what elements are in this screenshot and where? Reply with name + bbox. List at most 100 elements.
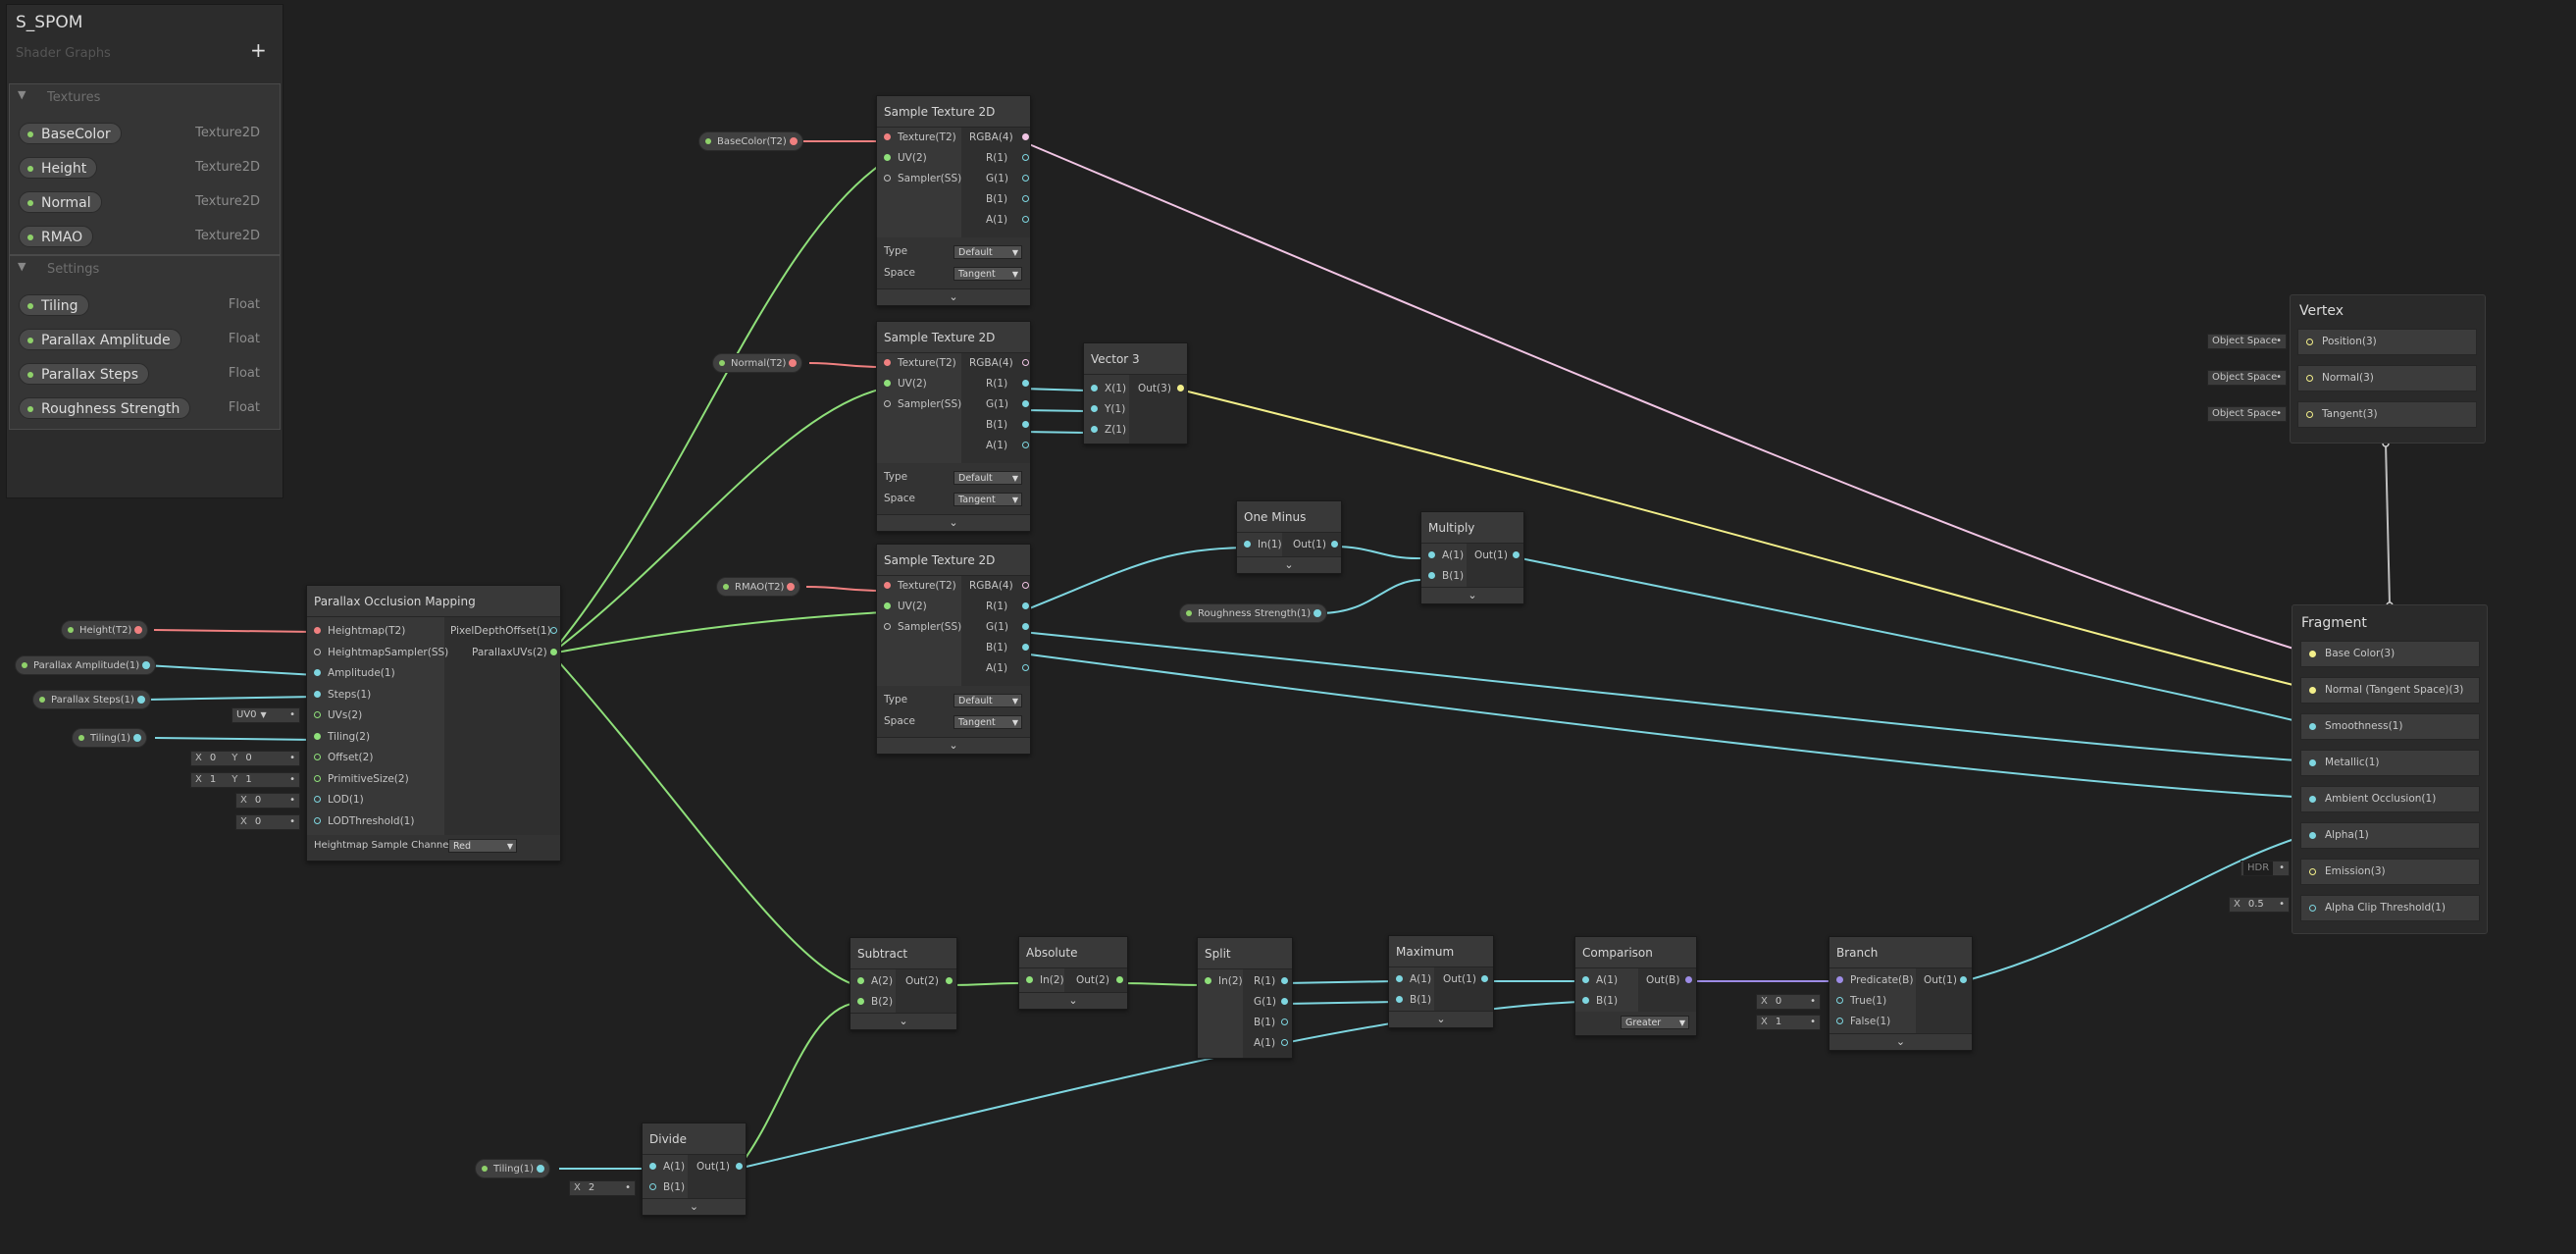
property-pill[interactable]: Roughness Strength xyxy=(19,397,191,419)
output-port-a[interactable]: A(1) xyxy=(986,658,1029,678)
input-port-sampler[interactable]: Sampler(SS) xyxy=(884,394,961,414)
property-node-rmao[interactable]: RMAO(T2) xyxy=(716,577,801,597)
input-port-steps[interactable]: Steps(1) xyxy=(314,685,371,705)
hdr-swatch[interactable]: HDR xyxy=(2243,862,2274,875)
port-icon[interactable] xyxy=(2309,905,2316,912)
input-port-offset[interactable]: Offset(2) xyxy=(314,748,373,767)
port-icon[interactable] xyxy=(1244,541,1251,548)
x-value[interactable]: 1 xyxy=(206,773,220,787)
input-port-predicate[interactable]: Predicate(B) xyxy=(1836,970,1913,990)
input-port-lod[interactable]: LOD(1) xyxy=(314,790,364,810)
input-port-a[interactable]: A(1) xyxy=(1428,546,1464,565)
output-port-g[interactable]: G(1) xyxy=(986,394,1029,414)
section-header-settings[interactable]: ▼ Settings xyxy=(10,256,280,282)
comparison-mode-dropdown[interactable]: Greater ▼ xyxy=(1621,1016,1689,1029)
output-port-icon[interactable] xyxy=(537,1165,544,1173)
output-port-rgba[interactable]: RGBA(4) xyxy=(969,128,1029,147)
parallax-occlusion-mapping-node[interactable]: Parallax Occlusion Mapping Heightmap(T2)… xyxy=(306,585,561,862)
port-icon[interactable] xyxy=(1022,623,1029,630)
fragment-context[interactable]: Fragment Base Color(3) Normal (Tangent S… xyxy=(2292,604,2488,934)
output-port-out[interactable]: Out(2) xyxy=(905,971,953,991)
input-port-primitive-size[interactable]: PrimitiveSize(2) xyxy=(314,769,409,789)
fragment-slot-alpha-clip[interactable]: Alpha Clip Threshold(1) xyxy=(2300,895,2480,921)
port-icon[interactable] xyxy=(1022,400,1029,407)
port-icon[interactable] xyxy=(1281,1019,1288,1025)
port-icon[interactable] xyxy=(1582,976,1589,983)
type-dropdown[interactable]: Default ▼ xyxy=(953,694,1022,707)
port-icon[interactable] xyxy=(857,977,864,984)
input-port-amplitude[interactable]: Amplitude(1) xyxy=(314,663,395,683)
output-port-icon[interactable] xyxy=(142,661,151,669)
output-port-a[interactable]: A(1) xyxy=(1254,1033,1288,1053)
x-value[interactable]: 0 xyxy=(251,815,265,829)
output-port-r[interactable]: R(1) xyxy=(1254,971,1288,991)
port-icon[interactable] xyxy=(1022,421,1029,428)
divide-node[interactable]: Divide A(1) B(1) Out(1) ⌄ xyxy=(642,1123,747,1216)
output-port-g[interactable]: G(1) xyxy=(986,617,1029,637)
output-port-out[interactable]: Out(1) xyxy=(1443,969,1488,989)
tangent-space-default[interactable]: Object Space • xyxy=(2207,406,2287,422)
property-pill[interactable]: Parallax Amplitude xyxy=(19,329,181,350)
input-port-true[interactable]: True(1) xyxy=(1836,991,1886,1011)
output-port-icon[interactable] xyxy=(789,359,798,367)
port-icon[interactable] xyxy=(1836,976,1843,983)
fragment-slot-ambient-occlusion[interactable]: Ambient Occlusion(1) xyxy=(2300,786,2480,812)
property-pill[interactable]: Tiling xyxy=(19,294,89,316)
port-icon[interactable] xyxy=(884,359,891,366)
output-port-g[interactable]: G(1) xyxy=(986,169,1029,188)
property-node-height[interactable]: Height(T2) xyxy=(61,620,149,640)
false-default-input[interactable]: X 1 • xyxy=(1756,1015,1821,1030)
input-port-uv[interactable]: UV(2) xyxy=(884,374,927,393)
offset-default-input[interactable]: X 0 Y 0 • xyxy=(190,751,300,766)
input-port-b[interactable]: B(1) xyxy=(1582,991,1618,1011)
input-port-y[interactable]: Y(1) xyxy=(1091,399,1125,419)
property-node-tiling-2[interactable]: Tiling(1) xyxy=(475,1159,550,1178)
port-icon[interactable] xyxy=(1836,1018,1843,1024)
output-port-r[interactable]: R(1) xyxy=(986,148,1029,168)
expand-chevron-icon[interactable]: ⌄ xyxy=(877,514,1030,531)
port-icon[interactable] xyxy=(550,649,557,655)
port-icon[interactable] xyxy=(736,1163,743,1170)
output-port-out[interactable]: Out(2) xyxy=(1076,970,1123,990)
port-icon[interactable] xyxy=(1026,976,1033,983)
port-icon[interactable] xyxy=(1022,582,1029,589)
divide-b-default-input[interactable]: X 2 • xyxy=(569,1180,636,1196)
port-icon[interactable] xyxy=(1022,216,1029,223)
expand-chevron-icon[interactable]: ⌄ xyxy=(877,288,1030,305)
output-port-parallax-uvs[interactable]: ParallaxUVs(2) xyxy=(472,643,557,662)
input-port-sampler[interactable]: Sampler(SS) xyxy=(884,169,961,188)
output-port-b[interactable]: B(1) xyxy=(986,638,1029,657)
input-port-texture[interactable]: Texture(T2) xyxy=(884,353,956,373)
port-icon[interactable] xyxy=(1022,664,1029,671)
input-port-false[interactable]: False(1) xyxy=(1836,1012,1890,1031)
port-icon[interactable] xyxy=(550,627,557,634)
x-value[interactable]: 0 xyxy=(1772,995,1785,1009)
port-icon[interactable] xyxy=(2306,375,2313,382)
port-icon[interactable] xyxy=(2309,651,2316,657)
port-icon[interactable] xyxy=(2309,687,2316,694)
output-port-icon[interactable] xyxy=(787,583,796,591)
port-icon[interactable] xyxy=(1116,976,1123,983)
space-dropdown[interactable]: Tangent ▼ xyxy=(953,493,1022,506)
property-row-basecolor[interactable]: BaseColor Texture2D xyxy=(10,118,280,147)
expand-chevron-icon[interactable]: ⌄ xyxy=(1829,1033,1972,1050)
port-icon[interactable] xyxy=(2309,832,2316,839)
property-node-basecolor[interactable]: BaseColor(T2) xyxy=(698,131,803,151)
port-icon[interactable] xyxy=(314,711,321,718)
type-dropdown[interactable]: Default ▼ xyxy=(953,245,1022,259)
port-icon[interactable] xyxy=(1428,551,1435,558)
property-pill[interactable]: BaseColor xyxy=(19,123,122,144)
input-port-uv[interactable]: UV(2) xyxy=(884,148,927,168)
output-port-pixel-depth-offset[interactable]: PixelDepthOffset(1) xyxy=(450,621,557,641)
input-port-lod-threshold[interactable]: LODThreshold(1) xyxy=(314,811,414,831)
input-port-uvs[interactable]: UVs(2) xyxy=(314,705,362,725)
port-icon[interactable] xyxy=(2306,411,2313,418)
port-icon[interactable] xyxy=(1177,385,1184,392)
port-icon[interactable] xyxy=(314,733,321,740)
port-icon[interactable] xyxy=(1331,541,1338,548)
port-icon[interactable] xyxy=(1022,442,1029,448)
port-icon[interactable] xyxy=(857,998,864,1005)
input-port-a[interactable]: A(1) xyxy=(649,1157,685,1176)
output-port-g[interactable]: G(1) xyxy=(1254,992,1288,1012)
fragment-slot-alpha[interactable]: Alpha(1) xyxy=(2300,822,2480,849)
